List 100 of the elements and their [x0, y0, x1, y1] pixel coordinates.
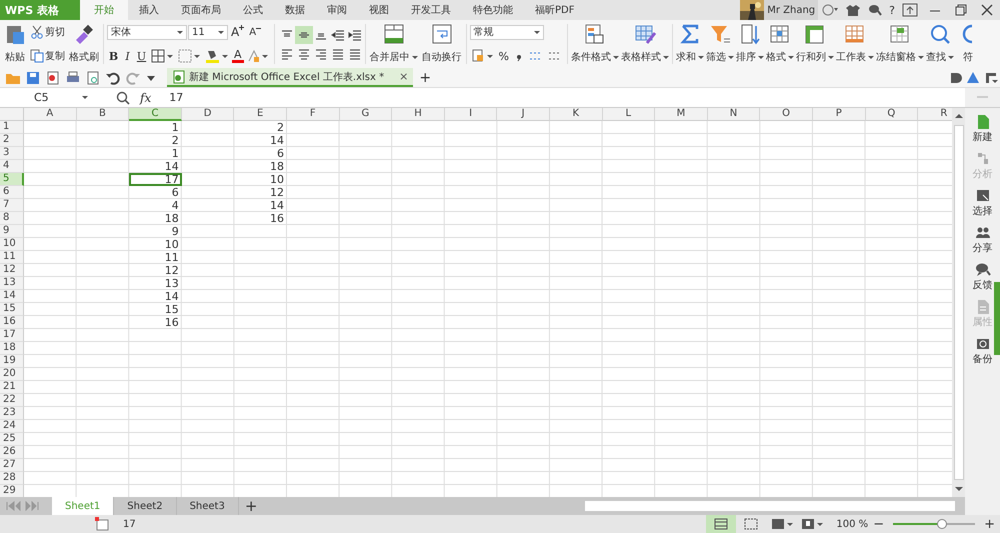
vertical-scrollbar[interactable] [952, 108, 965, 497]
row-header[interactable]: 16 [0, 316, 24, 329]
column-header[interactable]: L [602, 108, 656, 121]
menu-tab[interactable]: 插入 [128, 0, 170, 20]
column-header[interactable]: A [24, 108, 77, 121]
print-preview-icon[interactable] [85, 70, 101, 86]
row-header[interactable]: 25 [0, 433, 24, 446]
row-header[interactable]: 23 [0, 407, 24, 420]
font-style-button[interactable]: U [135, 50, 148, 63]
wrap-text-button[interactable]: 自动换行 [420, 20, 464, 68]
column-header[interactable]: H [392, 108, 445, 121]
new-tab-button[interactable]: + [419, 70, 432, 86]
ribbon-button[interactable]: 冻结窗格 [874, 20, 925, 68]
row-header[interactable]: 19 [0, 355, 24, 368]
panel-handle[interactable] [994, 282, 1000, 355]
restore-ribbon-icon[interactable] [902, 3, 918, 17]
side-panel-button[interactable]: 分享 [972, 225, 992, 262]
shrink-font-button[interactable]: A [247, 26, 264, 38]
column-header[interactable]: R [918, 108, 952, 121]
formula-field[interactable]: 17 [159, 88, 965, 107]
row-header[interactable]: 10 [0, 238, 24, 251]
menu-tab[interactable]: 开发工具 [400, 0, 462, 20]
column-header[interactable]: D [182, 108, 234, 121]
help-button[interactable]: ? [889, 4, 895, 16]
ribbon-button[interactable]: 符 [954, 20, 981, 68]
menu-tab[interactable]: 福昕PDF [524, 0, 586, 20]
normal-view-icon[interactable] [706, 515, 736, 533]
font-name-dropdown[interactable]: 宋体 [107, 24, 187, 40]
menu-tab[interactable]: 公式 [232, 0, 274, 20]
row-header[interactable]: 22 [0, 394, 24, 407]
menu-tab[interactable]: 开始 [80, 0, 128, 20]
ribbon-button[interactable]: 排序 [734, 20, 765, 68]
font-style-button[interactable]: I [121, 50, 134, 63]
zoom-in-button[interactable]: + [979, 516, 1000, 532]
menu-tab[interactable]: 审阅 [316, 0, 358, 20]
column-header[interactable]: B [76, 108, 130, 121]
row-header[interactable]: 9 [0, 225, 24, 238]
column-header[interactable]: O [760, 108, 813, 121]
number-format-dropdown[interactable]: 常规 [470, 24, 544, 40]
borders-icon[interactable] [151, 49, 173, 64]
column-header[interactable]: N [708, 108, 760, 121]
close-tab-button[interactable]: × [399, 70, 408, 83]
ribbon-button[interactable]: 条件格式 [570, 20, 620, 68]
ribbon-button[interactable]: 工作表 [834, 20, 875, 68]
row-header[interactable]: 26 [0, 446, 24, 459]
currency-icon[interactable] [472, 49, 494, 64]
font-color-button[interactable]: A [232, 49, 244, 64]
row-header[interactable]: 12 [0, 264, 24, 277]
merge-center-button[interactable]: 合并居中 [368, 20, 420, 68]
maximize-icon[interactable] [955, 4, 967, 16]
format-painter-button[interactable]: 格式刷 [67, 20, 101, 68]
name-box[interactable]: C5 [0, 91, 90, 104]
pdf-export-icon[interactable] [45, 70, 61, 86]
column-header[interactable]: E [234, 108, 287, 121]
close-icon[interactable] [981, 4, 993, 16]
row-header[interactable]: 3 [0, 147, 24, 160]
percent-button[interactable]: % [496, 50, 511, 63]
row-header[interactable]: 29 [0, 485, 24, 497]
row-header[interactable]: 6 [0, 186, 24, 199]
insert-function-button[interactable]: fx [140, 90, 152, 104]
cell-style-icon[interactable] [178, 49, 200, 64]
user-name-button[interactable]: Mr Zhang [764, 0, 818, 20]
scrollbar-thumb[interactable] [954, 125, 964, 480]
row-header[interactable]: 13 [0, 277, 24, 290]
row-header[interactable]: 11 [0, 251, 24, 264]
row-header[interactable]: 27 [0, 459, 24, 472]
row-header[interactable]: 28 [0, 472, 24, 485]
column-header[interactable]: P [812, 108, 866, 121]
add-sheet-button[interactable]: + [238, 497, 264, 515]
chat-bubble-icon[interactable] [868, 4, 882, 16]
copy-button[interactable]: 复制 [28, 49, 67, 63]
side-panel-button[interactable]: 新建 [972, 114, 992, 151]
fill-color-icon[interactable] [205, 49, 229, 64]
column-header[interactable]: M [655, 108, 708, 121]
column-header[interactable]: Q [866, 108, 918, 121]
zoom-icon[interactable] [116, 90, 130, 104]
row-header[interactable]: 1 [0, 121, 24, 134]
column-header[interactable]: G [340, 108, 392, 121]
column-header[interactable]: F [286, 108, 340, 121]
side-panel-button[interactable]: 选择 [972, 188, 992, 225]
row-header[interactable]: 14 [0, 290, 24, 303]
zoom-slider-thumb[interactable] [937, 519, 948, 529]
row-header[interactable]: 21 [0, 381, 24, 394]
ribbon-button[interactable]: 求和 [674, 20, 705, 68]
ribbon-button[interactable]: 行和列 [794, 20, 835, 68]
row-header[interactable]: 5 [0, 173, 24, 186]
menu-tab[interactable]: 数据 [274, 0, 316, 20]
menu-tab[interactable]: 特色功能 [462, 0, 524, 20]
row-header[interactable]: 15 [0, 303, 24, 316]
row-header[interactable]: 7 [0, 199, 24, 212]
ribbon-button[interactable]: 表格样式 [620, 20, 670, 68]
column-header[interactable]: I [444, 108, 498, 121]
collapse-ribbon-icon[interactable] [984, 70, 998, 84]
middle-align-icon[interactable] [294, 26, 313, 44]
row-header[interactable]: 20 [0, 368, 24, 381]
row-header[interactable]: 4 [0, 160, 24, 173]
horizontal-scrollbar[interactable] [585, 501, 955, 511]
font-size-dropdown[interactable]: 11 [188, 24, 228, 40]
row-header[interactable]: 17 [0, 329, 24, 342]
menu-tab[interactable]: 页面布局 [170, 0, 232, 20]
